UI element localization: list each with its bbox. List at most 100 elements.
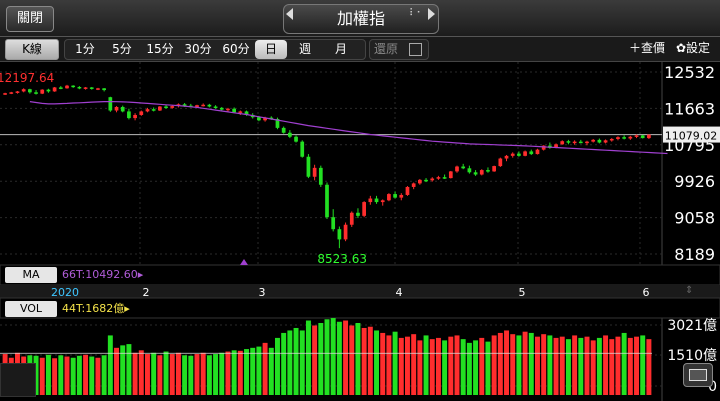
volume-bar xyxy=(324,319,330,395)
volume-bar xyxy=(541,334,547,395)
candle-body xyxy=(325,184,329,218)
kline-chart[interactable]: 12532116631079599269058818911079.0212197… xyxy=(0,62,720,401)
candle-body xyxy=(597,139,602,143)
volume-bar xyxy=(448,336,454,395)
volume-bar xyxy=(361,327,367,395)
volume-bar xyxy=(318,323,324,395)
volume-bar xyxy=(225,351,231,395)
candle-body xyxy=(535,149,540,155)
volume-bar xyxy=(120,345,126,395)
volume-bar xyxy=(572,335,578,395)
candle-body xyxy=(170,106,175,108)
candle-body xyxy=(114,106,119,111)
volume-bar xyxy=(510,334,516,395)
candle-body xyxy=(164,106,168,109)
candle-body xyxy=(399,194,404,198)
volume-bar xyxy=(429,339,435,395)
ma-label[interactable]: MA xyxy=(5,267,57,283)
candle-body xyxy=(294,136,298,142)
candle-body xyxy=(628,136,633,139)
volume-bar xyxy=(268,347,274,395)
prev-arrow-icon[interactable] xyxy=(286,8,293,20)
high-label: 12197.64 xyxy=(0,71,54,85)
volume-bar xyxy=(473,340,479,395)
vol-label[interactable]: VOL xyxy=(5,301,57,317)
price-tick-label: 8189 xyxy=(674,245,715,264)
candle-body xyxy=(448,171,453,179)
period-tab[interactable]: 5分 xyxy=(103,40,141,59)
side-panel-icon[interactable] xyxy=(0,363,36,397)
volume-bar xyxy=(367,326,373,395)
candle-body xyxy=(281,127,286,133)
candle-body xyxy=(529,151,534,155)
volume-bar xyxy=(522,331,528,395)
candle-body xyxy=(201,104,206,107)
volume-bar xyxy=(634,336,639,395)
time-axis-label: 6 xyxy=(643,286,650,299)
dropdown-dots-icon[interactable]: ⠇⠂ xyxy=(409,8,424,19)
volume-bar xyxy=(466,342,472,395)
candle-body xyxy=(634,135,639,137)
volume-bar xyxy=(293,327,299,395)
candle-body xyxy=(591,139,596,142)
candle-body xyxy=(331,217,336,230)
volume-bar xyxy=(609,339,615,395)
next-arrow-icon[interactable] xyxy=(428,8,435,20)
fullscreen-icon[interactable] xyxy=(683,363,713,387)
period-tab[interactable]: 月 xyxy=(323,40,359,59)
candle-body xyxy=(139,111,144,115)
candle-body xyxy=(647,134,651,139)
time-axis-label: 2 xyxy=(143,286,150,299)
scroll-arrows-icon[interactable]: ⇕ xyxy=(685,285,693,296)
candle-body xyxy=(442,177,447,179)
volume-bar xyxy=(213,354,219,395)
close-button[interactable]: 關閉 xyxy=(6,6,54,32)
volume-bar xyxy=(83,354,89,395)
candle-body xyxy=(424,179,428,182)
candle-body xyxy=(393,194,397,198)
candle-body xyxy=(349,212,354,225)
volume-bar xyxy=(89,356,95,395)
add-quote-button[interactable]: ＋查價 xyxy=(629,39,665,58)
candle-body xyxy=(46,89,51,92)
period-tab[interactable]: 30分 xyxy=(179,40,217,59)
candle-body xyxy=(640,135,645,139)
period-tab[interactable]: 60分 xyxy=(217,40,255,59)
volume-bar xyxy=(275,337,280,395)
period-tab[interactable]: 日 xyxy=(255,40,287,59)
period-tab[interactable]: 週 xyxy=(287,40,323,59)
volume-bar xyxy=(45,354,51,395)
kline-button[interactable]: K線 xyxy=(5,39,59,60)
volume-bar xyxy=(39,357,45,395)
volume-bar xyxy=(114,347,119,395)
candle-body xyxy=(572,141,577,144)
volume-bar xyxy=(95,357,101,395)
period-tab[interactable]: 15分 xyxy=(141,40,179,59)
volume-bar xyxy=(516,335,522,395)
settings-button[interactable]: ✿設定 xyxy=(676,39,710,58)
candle-body xyxy=(430,178,435,181)
volume-bar xyxy=(386,335,392,395)
ma-info: 66T:10492.60▸ xyxy=(62,268,144,281)
volume-bar xyxy=(627,337,633,395)
candle-body xyxy=(436,177,441,179)
volume-bar xyxy=(535,336,540,395)
candle-body xyxy=(566,141,571,143)
candle-body xyxy=(356,212,360,216)
volume-bar xyxy=(417,340,423,395)
volume-bar xyxy=(206,355,212,395)
restore-toggle[interactable]: 還原 xyxy=(369,39,429,60)
volume-bar xyxy=(485,341,491,395)
candle-body xyxy=(585,141,589,144)
candle-body xyxy=(288,132,292,137)
candle-body xyxy=(523,151,527,156)
volume-bar xyxy=(504,330,509,395)
volume-bar xyxy=(175,352,181,395)
candle-body xyxy=(83,87,88,89)
volume-bar xyxy=(145,354,150,395)
volume-bar xyxy=(553,337,559,395)
volume-bar xyxy=(200,352,206,395)
period-tab[interactable]: 1分 xyxy=(67,40,103,59)
volume-bar xyxy=(336,321,342,395)
restore-checkbox[interactable] xyxy=(409,43,422,56)
